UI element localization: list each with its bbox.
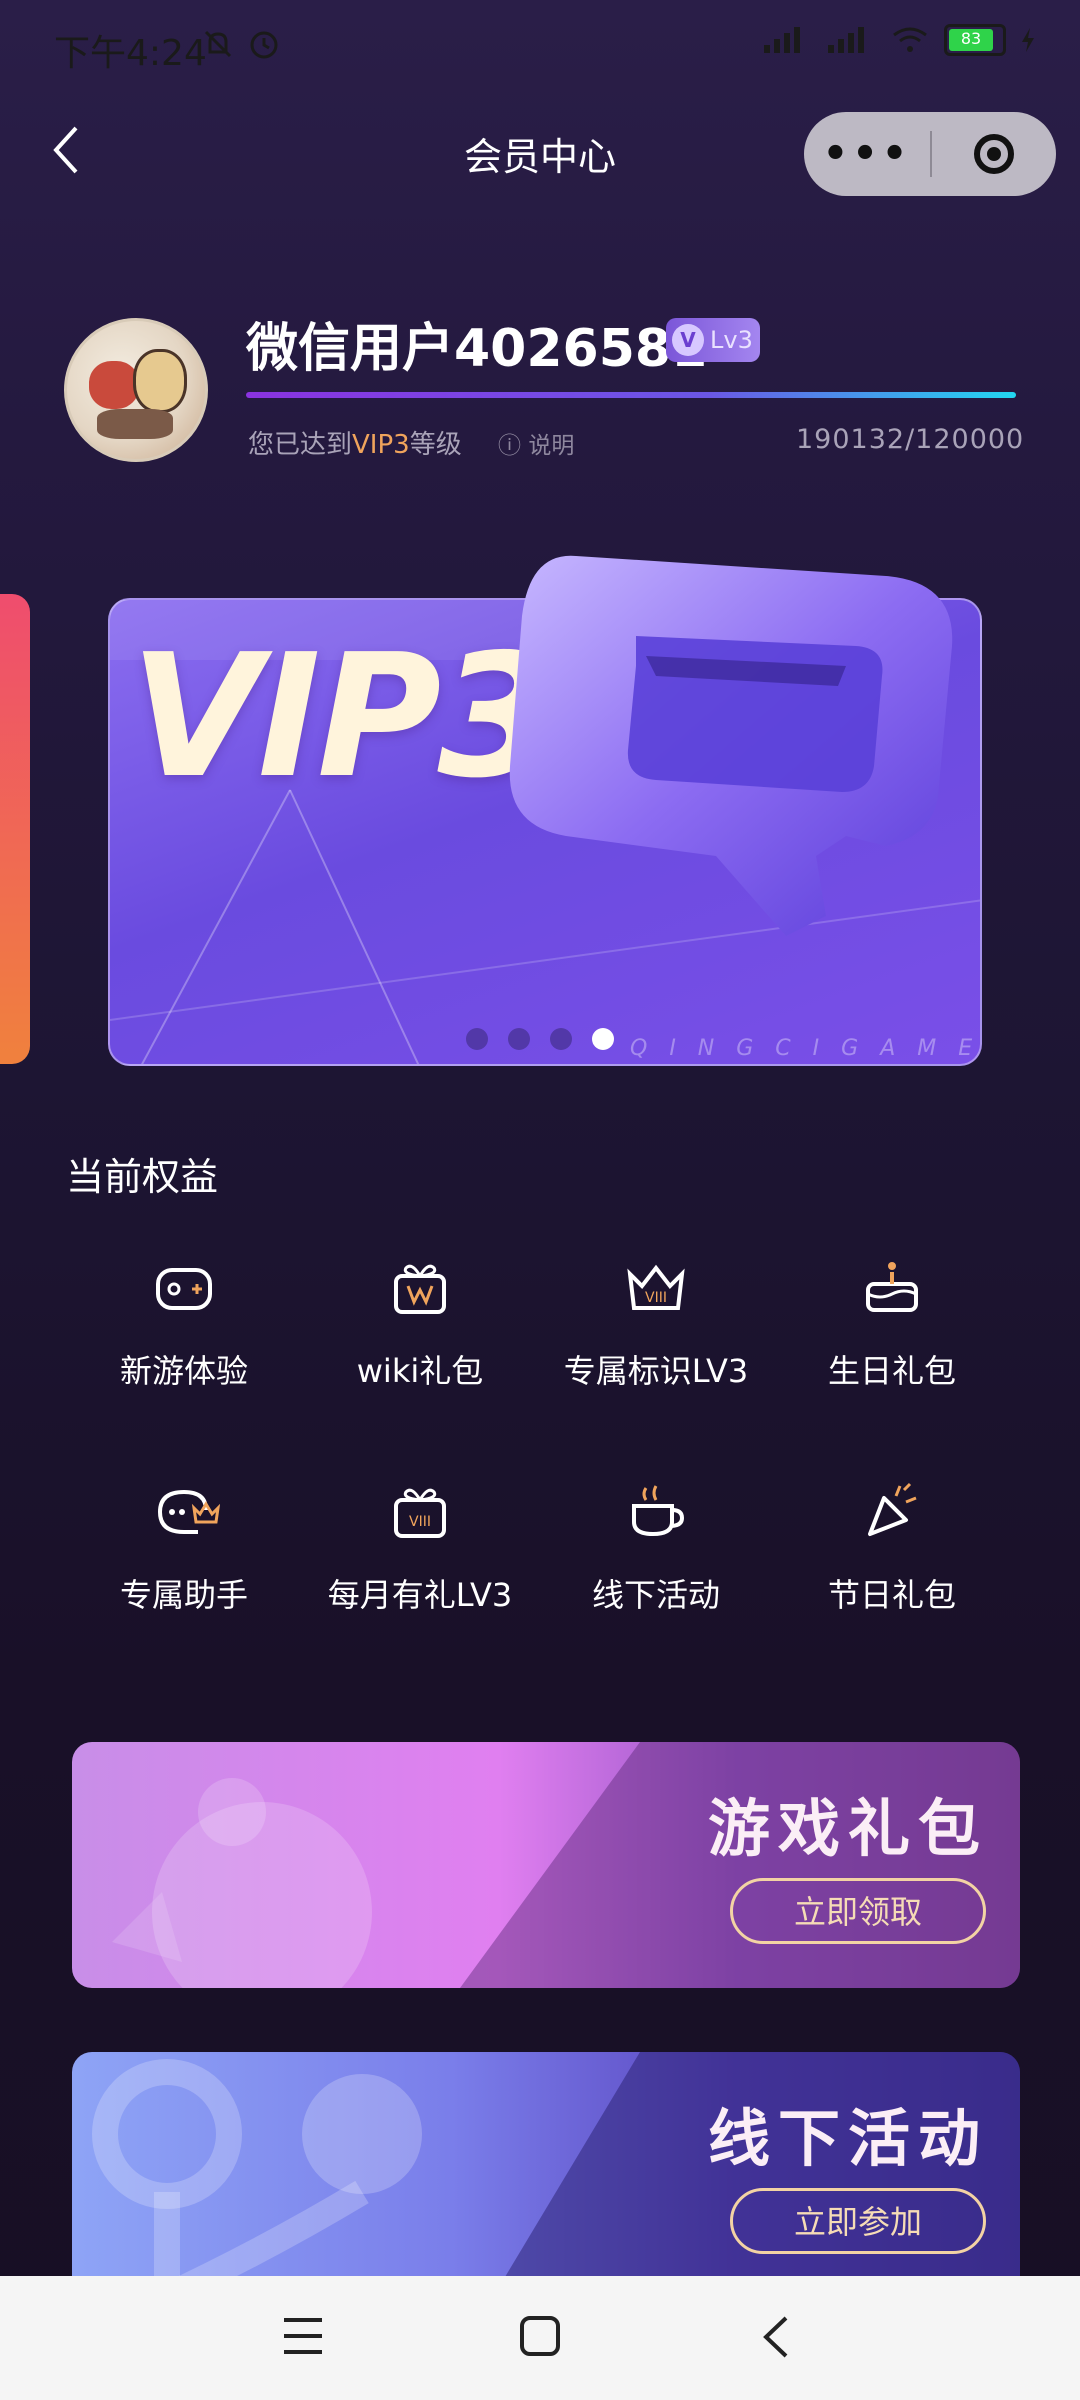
carousel-dot[interactable] <box>508 1028 530 1050</box>
charging-icon <box>1022 28 1034 52</box>
benefit-label: 节日礼包 <box>827 1576 956 1614</box>
carousel-indicator <box>466 1028 614 1050</box>
benefit-assistant[interactable]: 专属助手 <box>66 1476 302 1616</box>
gift-w-icon <box>394 1264 446 1314</box>
target-icon <box>974 134 1014 174</box>
alarm-icon <box>246 26 282 66</box>
signal-icon <box>764 27 800 53</box>
cake-icon <box>866 1262 918 1312</box>
benefit-label: 专属标识LV3 <box>563 1352 749 1390</box>
coffee-cup-icon <box>632 1485 685 1537</box>
vip-status-text: 您已达到VIP3等级 <box>248 424 462 461</box>
status-bar: 下午4:24 83 <box>0 0 1080 90</box>
more-button[interactable]: ••• <box>804 131 930 177</box>
v-shield-icon: V <box>672 324 704 356</box>
assistant-chat-icon <box>157 1489 221 1534</box>
carousel-dot[interactable] <box>466 1028 488 1050</box>
back-icon[interactable] <box>758 2314 794 2360</box>
system-nav-bar <box>0 2276 1080 2400</box>
battery-icon: 83 <box>944 24 1006 56</box>
question-icon: ⓘ <box>498 433 521 459</box>
claim-now-button[interactable]: 立即领取 <box>730 1878 986 1944</box>
vip-status-suffix: 等级 <box>409 430 462 460</box>
join-now-button[interactable]: 立即参加 <box>730 2188 986 2254</box>
home-icon[interactable] <box>518 2314 562 2358</box>
benefit-exclusive-badge[interactable]: VIII 专属标识LV3 <box>538 1252 774 1392</box>
promo-title: 游戏礼包 <box>707 1792 988 1865</box>
username: 微信用户4026581 <box>246 319 708 379</box>
signal-icon-2 <box>828 27 864 53</box>
game-gift-promo[interactable]: 游戏礼包 立即领取 <box>72 1742 1020 1988</box>
carousel-dot[interactable] <box>550 1028 572 1050</box>
svg-text:VIII: VIII <box>409 1514 431 1530</box>
wifi-icon <box>893 27 927 52</box>
status-icons: 83 <box>762 24 1036 56</box>
crown-icon: VIII <box>627 1264 685 1310</box>
level-progress-bar <box>246 392 1016 398</box>
mute-icon <box>200 26 236 66</box>
vip-status-level: VIP3 <box>352 430 410 460</box>
benefit-label: 新游体验 <box>119 1352 248 1390</box>
level-badge-text: Lv3 <box>710 326 753 354</box>
party-popper-icon <box>868 1482 917 1536</box>
benefit-wiki-gift[interactable]: wiki礼包 <box>302 1252 538 1392</box>
benefits-section-title: 当前权益 <box>66 1155 219 1199</box>
level-badge: V Lv3 <box>666 318 760 362</box>
experience-points: 190132/120000 <box>796 424 1025 455</box>
benefit-label: 生日礼包 <box>827 1352 956 1390</box>
help-link[interactable]: ⓘ 说明 <box>498 426 574 460</box>
close-miniprogram-button[interactable] <box>932 134 1056 174</box>
benefit-label: 线下活动 <box>591 1576 720 1614</box>
miniprogram-capsule: ••• <box>804 112 1056 196</box>
battery-level: 83 <box>949 29 993 51</box>
benefit-birthday-gift[interactable]: 生日礼包 <box>774 1252 1010 1392</box>
benefit-label: 每月有礼LV3 <box>327 1576 513 1614</box>
qingci-logo-icon <box>509 555 953 936</box>
vip-status-prefix: 您已达到 <box>248 430 353 460</box>
status-time: 下午4:24 <box>54 33 207 74</box>
benefit-label: 专属助手 <box>119 1576 248 1614</box>
menu-icon[interactable] <box>282 2316 324 2356</box>
promo-title: 线下活动 <box>707 2102 988 2175</box>
avatar[interactable] <box>64 318 208 462</box>
benefit-offline-event[interactable]: 线下活动 <box>538 1476 774 1616</box>
benefit-label: wiki礼包 <box>356 1352 484 1390</box>
gamepad-icon <box>156 1268 212 1310</box>
brand-watermark: QINGCIGAME <box>630 1036 995 1061</box>
benefit-monthly-gift[interactable]: VIII 每月有礼LV3 <box>302 1476 538 1616</box>
benefit-holiday-gift[interactable]: 节日礼包 <box>774 1476 1010 1616</box>
previous-card-peek[interactable] <box>0 594 30 1064</box>
more-dots-icon: ••• <box>822 131 912 177</box>
svg-text:VIII: VIII <box>645 1290 667 1306</box>
help-label: 说明 <box>528 433 575 459</box>
gift-monthly-icon: VIII <box>394 1488 446 1538</box>
carousel-dot-active[interactable] <box>592 1028 614 1050</box>
benefit-new-game[interactable]: 新游体验 <box>66 1252 302 1392</box>
